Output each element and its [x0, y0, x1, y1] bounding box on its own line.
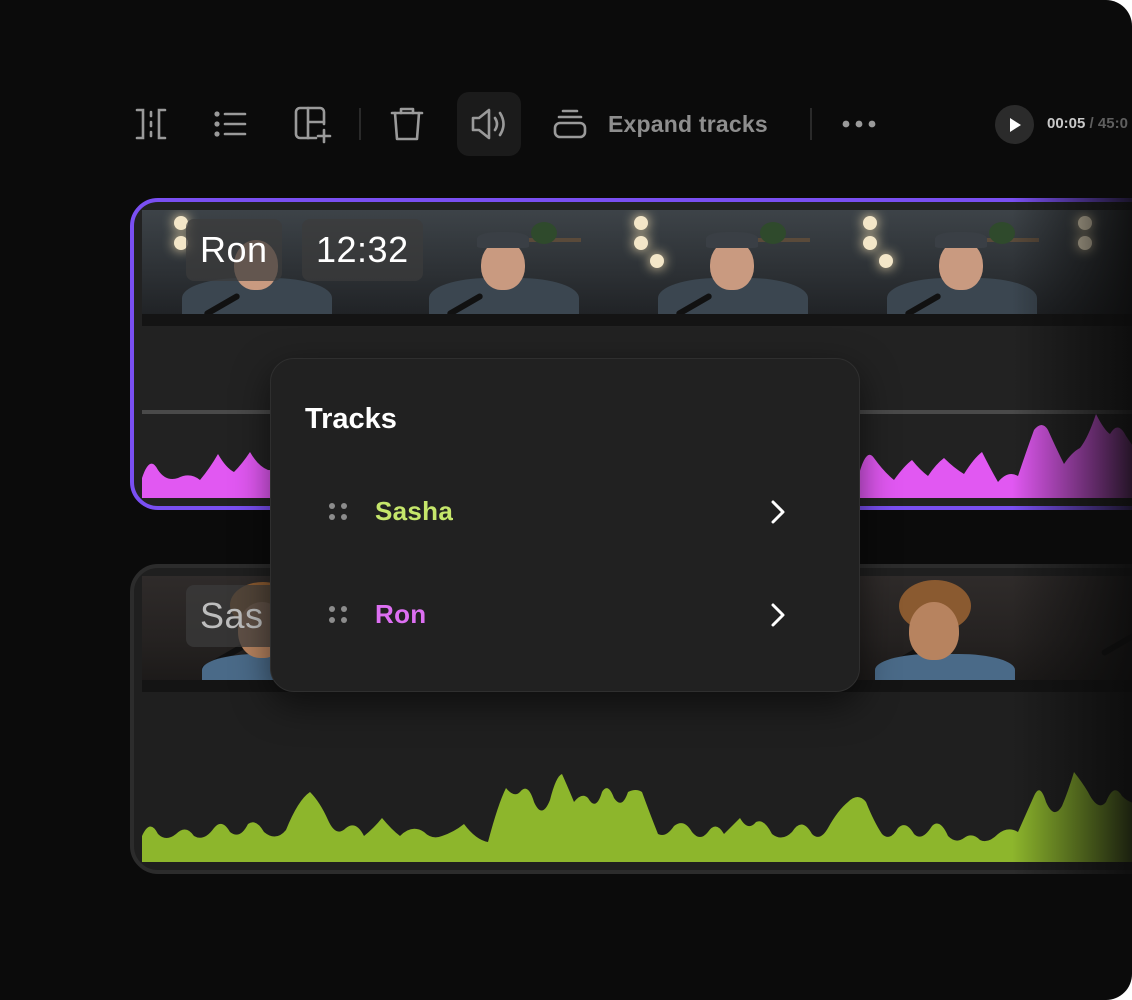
video-thumbnail — [1058, 210, 1132, 326]
toolbar-divider — [810, 108, 812, 140]
layers-icon — [553, 109, 587, 139]
editor-window: Expand tracks 00:05 / 45:0 Ron 12:32 Sas… — [0, 0, 1132, 1000]
timecode: 00:05 / 45:0 — [1047, 115, 1128, 132]
video-thumbnail — [1058, 576, 1132, 692]
track-duration-chip: 12:32 — [302, 219, 423, 281]
popup-track-item-sasha[interactable]: Sasha — [271, 476, 861, 546]
current-time: 00:05 — [1047, 115, 1086, 132]
popup-track-item-ron[interactable]: Ron — [271, 579, 861, 649]
popup-title: Tracks — [305, 403, 397, 435]
popup-track-label: Sasha — [375, 495, 454, 526]
tracks-popup: Tracks Sasha Ron — [270, 358, 860, 692]
drag-handle-icon[interactable] — [329, 503, 349, 523]
play-button[interactable] — [995, 105, 1034, 144]
total-time: 45:0 — [1097, 115, 1128, 132]
popup-track-label: Ron — [375, 598, 427, 629]
video-thumbnail — [829, 210, 1058, 326]
time-separator: / — [1089, 115, 1094, 132]
play-icon — [1009, 117, 1021, 132]
video-thumbnail — [829, 576, 1058, 692]
add-layout-icon[interactable] — [280, 92, 344, 156]
split-icon[interactable] — [119, 92, 183, 156]
toolbar-divider — [359, 108, 361, 140]
expand-tracks-label: Expand tracks — [608, 110, 768, 137]
video-thumbnail — [600, 210, 829, 326]
trash-icon[interactable] — [375, 92, 439, 156]
volume-icon[interactable] — [457, 92, 521, 156]
expand-tracks-button[interactable]: Expand tracks — [552, 104, 768, 144]
track-name-chip: Sas — [186, 585, 278, 647]
chevron-right-icon — [771, 500, 785, 524]
audio-waveform — [142, 772, 1132, 862]
list-icon[interactable] — [198, 92, 262, 156]
video-filmstrip — [142, 210, 1132, 326]
track-name-chip: Ron — [186, 219, 282, 281]
drag-handle-icon[interactable] — [329, 606, 349, 626]
more-icon[interactable] — [827, 92, 891, 156]
chevron-right-icon — [771, 603, 785, 627]
toolbar: Expand tracks 00:05 / 45:0 — [0, 90, 1132, 160]
